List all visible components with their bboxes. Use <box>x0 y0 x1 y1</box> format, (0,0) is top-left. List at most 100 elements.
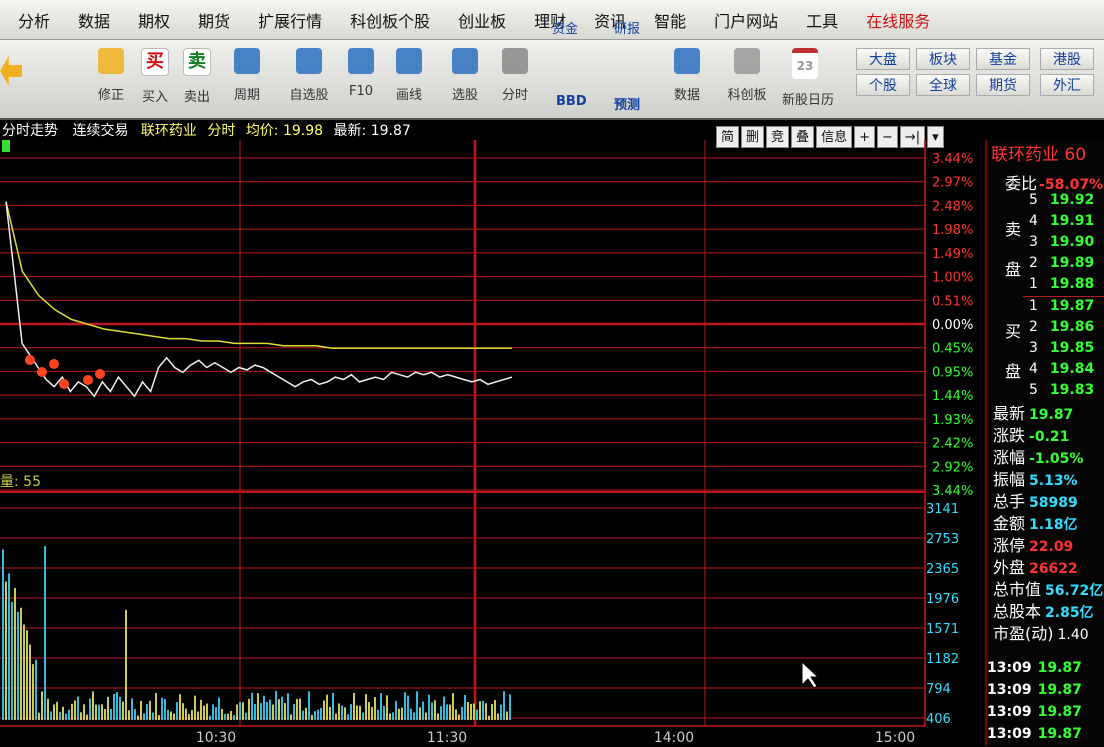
trade-price: 19.87 <box>1037 660 1082 676</box>
menu-item-4[interactable]: 扩展行情 <box>258 8 322 32</box>
toolbar-label: 数据 <box>673 88 700 103</box>
toolbar-button-calendar[interactable]: 23 新股日历 <box>782 44 834 114</box>
volume-bar <box>287 693 289 720</box>
volume-bar <box>53 704 55 720</box>
price-axis-label: 0.00% <box>932 318 973 333</box>
market-button-2[interactable]: 基金 <box>976 48 1030 70</box>
menu-item-11[interactable]: 工具 <box>806 8 838 32</box>
buy-level-row[interactable]: 1 19.87 <box>987 298 1104 319</box>
market-button-6[interactable]: 期货 <box>976 74 1030 96</box>
volume-bar <box>314 711 316 720</box>
time-label: 10:30 <box>196 730 236 746</box>
market-button-7[interactable]: 外汇 <box>1040 74 1094 96</box>
volume-bar <box>71 703 73 720</box>
toolbar-button-pen[interactable]: 画线 <box>386 44 432 114</box>
market-button-3[interactable]: 港股 <box>1040 48 1094 70</box>
trade-price: 19.87 <box>1037 682 1082 698</box>
menu-item-2[interactable]: 期权 <box>138 8 170 32</box>
volume-bar <box>14 588 16 720</box>
toolbar-button-star-board[interactable]: 科创板 <box>724 44 770 114</box>
toolbar-button-arrow-up-down[interactable]: 修正 <box>88 44 134 114</box>
market-button-0[interactable]: 大盘 <box>856 48 910 70</box>
stat-value: 56.72亿 <box>1045 583 1104 599</box>
menu-item-12[interactable]: 在线服务 <box>866 8 930 32</box>
stat-row: 金额 1.18亿 <box>987 510 1104 533</box>
toolbar-button-data[interactable]: 数据 <box>664 44 710 114</box>
toolbar-button-screen[interactable]: 选股 <box>442 44 488 114</box>
avg-label: 均价: <box>245 123 279 139</box>
volume-bar <box>284 702 286 720</box>
sell-level-row[interactable]: 3 19.90 <box>987 234 1104 255</box>
volume-bar <box>140 700 142 720</box>
market-button-1[interactable]: 板块 <box>916 48 970 70</box>
volume-bar <box>365 694 367 720</box>
volume-bar <box>149 700 151 720</box>
volume-bar <box>380 693 382 720</box>
volume-bar <box>122 701 124 720</box>
sell-signal-icon <box>59 379 69 389</box>
buy-level-row[interactable]: 4 19.84 <box>987 361 1104 382</box>
toolbar-button-sell[interactable]: 卖卖出 <box>174 44 220 114</box>
menu-item-10[interactable]: 门户网站 <box>714 8 778 32</box>
volume-bar <box>26 630 28 720</box>
buy-level-row[interactable]: 2 19.86 <box>987 319 1104 340</box>
menu-item-0[interactable]: 分析 <box>18 8 50 32</box>
stat-row: 总手 58989 <box>987 488 1104 511</box>
volume-bar <box>266 701 268 720</box>
volume-axis-label: 2753 <box>926 532 959 547</box>
volume-bar <box>488 715 490 720</box>
volume-bar <box>101 704 103 720</box>
volume-bar <box>155 692 157 720</box>
toolbar-button-buy[interactable]: 买买入 <box>132 44 178 114</box>
view-label[interactable]: 分时走势 <box>2 123 58 139</box>
menu-item-9[interactable]: 智能 <box>654 8 686 32</box>
market-button-4[interactable]: 个股 <box>856 74 910 96</box>
price-axis-label: 1.44% <box>932 389 973 404</box>
toolbar-button-star[interactable]: 自选股 <box>286 44 332 114</box>
sell-level-row[interactable]: 5 19.92 <box>987 192 1104 213</box>
volume-bar <box>176 702 178 720</box>
volume-bar <box>476 709 478 720</box>
market-button-5[interactable]: 全球 <box>916 74 970 96</box>
level-number: 3 <box>1029 340 1038 356</box>
volume-bar <box>491 704 493 720</box>
toolbar-label: 画线 <box>395 88 422 103</box>
volume-bar <box>50 711 52 720</box>
toolbar-button-intraday[interactable]: 分时 <box>492 44 538 114</box>
stat-label: 涨幅 <box>993 448 1026 467</box>
sell-level-row[interactable]: 2 19.89 <box>987 255 1104 276</box>
volume-bar <box>278 699 280 720</box>
menu-item-3[interactable]: 期货 <box>198 8 230 32</box>
volume-axis-label: 3141 <box>926 502 959 517</box>
sell-level-row[interactable]: 4 19.91 <box>987 213 1104 234</box>
toolbar-button-f10[interactable]: F10 <box>338 44 384 114</box>
trade-time: 13:09 <box>987 704 1032 720</box>
buy-level-row[interactable]: 3 19.85 <box>987 340 1104 361</box>
trade-time: 13:09 <box>987 660 1032 676</box>
trade-time: 13:09 <box>987 682 1032 698</box>
stat-row: 外盘 26622 <box>987 554 1104 577</box>
toolbar-label: 买入 <box>141 90 168 105</box>
bbd-label[interactable]: BBD <box>556 94 587 109</box>
menu-item-1[interactable]: 数据 <box>78 8 110 32</box>
back-arrow-icon[interactable] <box>0 56 22 86</box>
chart-type: 分时 <box>207 123 236 139</box>
stat-value: -1.05% <box>1029 451 1084 467</box>
volume-bar <box>8 573 10 720</box>
sell-level-row[interactable]: 1 19.88 <box>987 276 1104 297</box>
avg-value: 19.98 <box>282 123 324 139</box>
volume-bar <box>230 711 232 720</box>
intraday-chart[interactable]: 3.44% 2.97% 2.48% 1.98% 1.49% 1.00% 0.51% 0.00%… <box>0 140 985 746</box>
menu-item-5[interactable]: 科创板个股 <box>350 8 430 32</box>
volume-bar <box>173 713 175 720</box>
volume-bar <box>452 693 454 720</box>
predict-label[interactable]: 预测 <box>614 94 640 113</box>
ratio-value: -58.07% <box>1039 177 1104 193</box>
menu-item-6[interactable]: 创业板 <box>458 8 506 32</box>
toolbar-button-clock[interactable]: 周期 <box>224 44 270 114</box>
buy-price: 19.84 <box>1049 361 1095 377</box>
volume-bar <box>353 692 355 720</box>
volume-bar <box>77 696 79 720</box>
toolbar-label: F10 <box>348 84 374 99</box>
volume-bar <box>506 711 508 720</box>
